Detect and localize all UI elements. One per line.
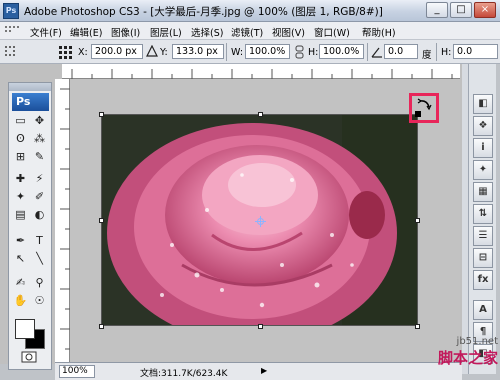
- separator: [367, 43, 368, 61]
- path-selection-tool-icon[interactable]: ↖: [12, 251, 29, 267]
- status-bar: 100% 文档:311.7K/623.4K ▶: [55, 362, 462, 380]
- x-label: X:: [78, 47, 88, 58]
- slice-tool-icon[interactable]: ✎: [31, 149, 48, 165]
- vertical-ruler: [55, 79, 70, 362]
- menu-view[interactable]: 视图(V): [272, 25, 305, 39]
- lasso-tool-icon[interactable]: ʘ: [12, 131, 29, 147]
- healing-brush-tool-icon[interactable]: ✚: [12, 171, 29, 187]
- horizontal-ruler: [62, 64, 460, 79]
- history-brush-tool-icon[interactable]: ✐: [31, 189, 48, 205]
- menu-layer[interactable]: 图层(L): [150, 25, 182, 39]
- grip-icon: [4, 25, 22, 37]
- width-label: W:: [231, 47, 244, 58]
- status-menu-arrow-icon[interactable]: ▶: [261, 366, 267, 375]
- transform-handle[interactable]: [258, 324, 263, 329]
- transform-handle[interactable]: [415, 218, 420, 223]
- x-field[interactable]: 200.0 px: [91, 44, 143, 59]
- height-label: H:: [308, 47, 319, 58]
- options-bar: X: 200.0 px Y: 133.0 px W: 100.0% H: 100…: [0, 40, 500, 64]
- line-tool-icon[interactable]: ╲: [31, 251, 48, 267]
- panel-dock: ◧ ❖ i ✦ ▦ ⇅ ☰ ⊟ fx A ¶ ◧: [468, 64, 496, 374]
- rotate-cursor-icon: [415, 98, 432, 117]
- zoom-field[interactable]: 100%: [59, 365, 95, 378]
- title-bar: Ps Adobe Photoshop CS3 - [大学最后-月季.jpg @ …: [0, 0, 500, 22]
- zoom-tool-icon[interactable]: ☉: [31, 293, 48, 309]
- grip-icon: [4, 45, 18, 59]
- type-tool-icon[interactable]: T: [31, 233, 48, 249]
- move-tool-icon[interactable]: ✥: [31, 113, 48, 129]
- separator: [436, 43, 437, 61]
- marquee-tool-icon[interactable]: ▭: [12, 113, 29, 129]
- eyedropper-tool-icon[interactable]: ⚲: [31, 275, 48, 291]
- foreground-color-swatch[interactable]: [15, 319, 35, 339]
- menu-window[interactable]: 窗口(W): [314, 25, 350, 39]
- navigator-panel-icon[interactable]: ◧: [473, 94, 493, 114]
- angle-unit: 度: [422, 50, 432, 61]
- layers-panel-icon[interactable]: ⊟: [473, 248, 493, 268]
- reference-point-icon[interactable]: [58, 45, 72, 59]
- angle-field[interactable]: 0.0: [384, 44, 418, 59]
- width-field[interactable]: 100.0%: [245, 44, 290, 59]
- clone-stamp-tool-icon[interactable]: ✦: [12, 189, 29, 205]
- document-size-info: 文档:311.7K/623.4K: [140, 369, 228, 379]
- y-field[interactable]: 133.0 px: [172, 44, 224, 59]
- transform-handle[interactable]: [258, 112, 263, 117]
- menu-help[interactable]: 帮助(H): [362, 25, 396, 39]
- skew-h-label: H:: [441, 47, 452, 58]
- eraser-tool-icon[interactable]: ▤: [12, 207, 29, 223]
- tools-panel: Ps ▭ ✥ ʘ ⁂ ⊞ ✎ ✚ ⚡ ✦ ✐ ▤ ◐ ✒ T ↖ ╲ ✍ ⚲ ✋…: [8, 82, 52, 370]
- watermark-text: 脚本之家: [437, 349, 498, 367]
- character-panel-icon[interactable]: A: [473, 300, 493, 320]
- ps-logo: Ps: [12, 93, 49, 111]
- minimize-button[interactable]: _: [426, 2, 448, 18]
- menu-bar: 文件(F) 编辑(E) 图像(I) 图层(L) 选择(S) 滤镜(T) 视图(V…: [0, 22, 500, 40]
- link-icon[interactable]: [294, 45, 308, 59]
- watermark-site: jb51.net: [456, 336, 498, 347]
- transform-handle[interactable]: [99, 324, 104, 329]
- hand-tool-icon[interactable]: ✋: [12, 293, 29, 309]
- watermark: jb51.net 脚本之家: [414, 336, 498, 378]
- menu-select[interactable]: 选择(S): [191, 25, 223, 39]
- brush-tool-icon[interactable]: ⚡: [31, 171, 48, 187]
- height-field[interactable]: 100.0%: [319, 44, 364, 59]
- highlight-annotation: [409, 93, 439, 123]
- tools-panel-header[interactable]: [9, 83, 51, 91]
- history-panel-icon[interactable]: ⇅: [473, 204, 493, 224]
- menu-image[interactable]: 图像(I): [111, 25, 140, 39]
- separator: [226, 43, 227, 61]
- magic-wand-tool-icon[interactable]: ⁂: [31, 131, 48, 147]
- maximize-button[interactable]: □: [450, 2, 472, 18]
- quick-mask-icon[interactable]: [12, 351, 46, 367]
- photoshop-app-icon[interactable]: Ps: [3, 3, 19, 19]
- menu-file[interactable]: 文件(F): [30, 25, 62, 39]
- transform-center-icon[interactable]: [255, 216, 266, 227]
- transform-handle[interactable]: [99, 218, 104, 223]
- close-button[interactable]: ×: [474, 2, 496, 18]
- transform-handle[interactable]: [415, 324, 420, 329]
- pen-tool-icon[interactable]: ✒: [12, 233, 29, 249]
- transform-handle[interactable]: [99, 112, 104, 117]
- menu-filter[interactable]: 滤镜(T): [231, 25, 263, 39]
- paint-bucket-tool-icon[interactable]: ◐: [31, 207, 48, 223]
- menu-edit[interactable]: 编辑(E): [70, 25, 102, 39]
- notes-tool-icon[interactable]: ✍: [12, 275, 29, 291]
- swatches-panel-icon[interactable]: ▦: [473, 182, 493, 202]
- info-panel-icon[interactable]: i: [473, 138, 493, 158]
- skew-h-field[interactable]: 0.0: [453, 44, 498, 59]
- window-title: Adobe Photoshop CS3 - [大学最后-月季.jpg @ 100…: [24, 6, 383, 18]
- delta-icon[interactable]: [146, 44, 160, 59]
- crop-tool-icon[interactable]: ⊞: [12, 149, 29, 165]
- styles-panel-icon[interactable]: fx: [473, 270, 493, 290]
- rotate-angle-icon: [370, 45, 384, 59]
- actions-panel-icon[interactable]: ☰: [473, 226, 493, 246]
- y-label: Y:: [160, 47, 168, 58]
- color-panel-icon[interactable]: ❖: [473, 116, 493, 136]
- brushes-panel-icon[interactable]: ✦: [473, 160, 493, 180]
